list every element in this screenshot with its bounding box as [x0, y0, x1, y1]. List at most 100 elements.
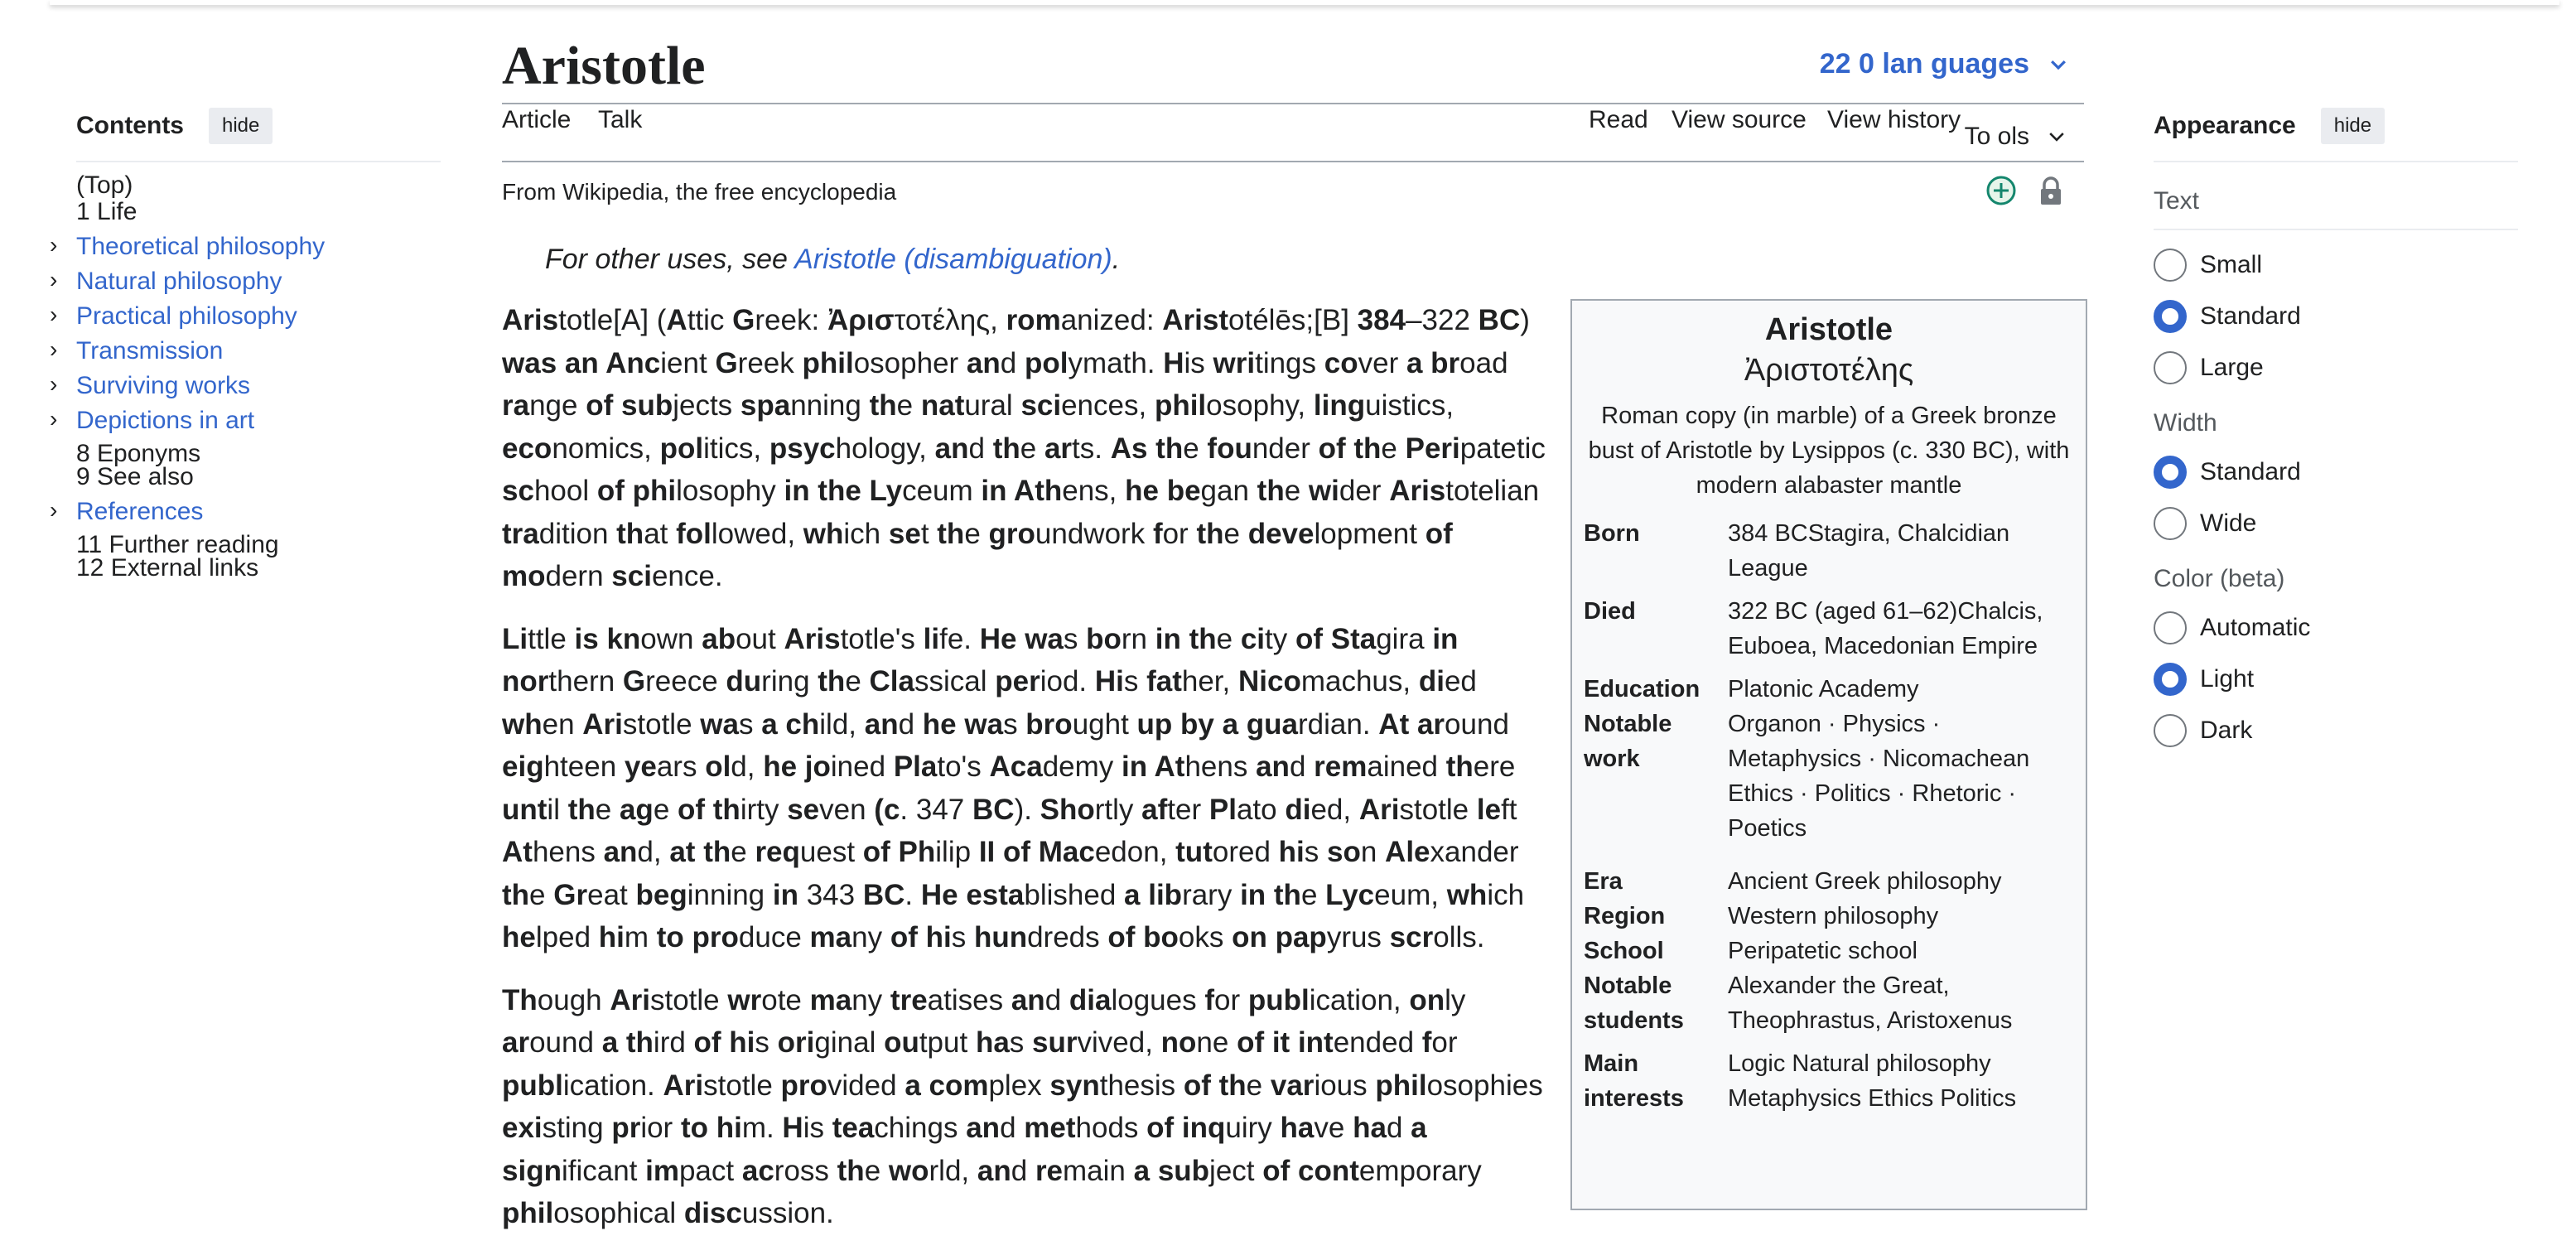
color-label: Color (beta)	[2154, 565, 2285, 592]
radio-color-light[interactable]: Light	[2154, 663, 2518, 696]
tab-article[interactable]: Article	[502, 106, 571, 134]
radio-label: Wide	[2200, 509, 2257, 537]
radio-button-selected[interactable]	[2154, 663, 2187, 696]
radio-label: Light	[2200, 665, 2255, 693]
chevron-right-icon[interactable]: ›	[50, 338, 57, 361]
infobox-value: 384 BCStagira, Chalcidian League	[1728, 520, 2010, 582]
disambiguation-link[interactable]: Aristotle (disambiguation)	[794, 244, 1112, 275]
article-body: Aristotle[A] (Attic Greek: Ἀριστοτέλης, …	[502, 299, 2087, 1235]
infobox-row: Education Platonic Academy	[1584, 664, 2074, 707]
radio-button[interactable]	[2154, 507, 2187, 540]
chevron-right-icon[interactable]: ›	[50, 303, 57, 326]
toc-item-surviving-works[interactable]: › Surviving works	[50, 373, 441, 398]
radio-button[interactable]	[2154, 249, 2187, 282]
chevron-right-icon[interactable]: ›	[50, 499, 57, 522]
radio-button[interactable]	[2154, 714, 2187, 747]
radio-color-dark[interactable]: Dark	[2154, 714, 2518, 747]
tab-view-history[interactable]: View history	[1827, 106, 1961, 134]
top-bar-shadow	[50, 0, 2559, 5]
infobox-row: School Peripatetic school	[1584, 934, 2074, 968]
lock-icon[interactable]	[2034, 174, 2067, 207]
infobox-label: Notable students	[1584, 973, 1684, 1034]
appearance-panel: Appearance hide Text Small Standard Larg…	[2154, 108, 2518, 747]
radio-button-selected[interactable]	[2154, 300, 2187, 333]
infobox-row: Born 384 BCStagira, Chalcidian League	[1584, 516, 2074, 586]
hatnote: For other uses, see Aristotle (disambigu…	[545, 244, 2084, 276]
language-count: 22 0 lan guages	[1819, 48, 2029, 80]
infobox-title: Aristotle	[1764, 312, 1893, 347]
radio-text-large[interactable]: Large	[2154, 351, 2518, 384]
toc-item-further-reading[interactable]: 11 Further reading	[76, 533, 441, 558]
main-content: Aristotle 22 0 lan guages Article Talk R…	[502, 33, 2087, 1255]
toc-item-life[interactable]: 1 Life	[76, 200, 441, 224]
intro-paragraph-1: Aristotle[A] (Attic Greek: Ἀριστοτέλης, …	[502, 304, 1546, 592]
radio-color-automatic[interactable]: Automatic	[2154, 611, 2518, 644]
tagline-text: From Wikipedia, the free encyclopedia	[502, 179, 897, 205]
status-icons	[1985, 174, 2067, 207]
toc-item-eponyms[interactable]: 8 Eponyms	[76, 442, 441, 466]
infobox-native-name: Ἀριστοτέλης	[1744, 353, 1914, 388]
chevron-right-icon[interactable]: ›	[50, 408, 57, 431]
infobox-caption: Roman copy (in marble) of a Greek bronze…	[1588, 403, 2070, 499]
toc-title: Contents	[76, 112, 184, 139]
toc-list: (Top) 1 Life › Theoretical philosophy › Na…	[50, 173, 441, 581]
toc-item-external-links[interactable]: 12 External links	[76, 556, 441, 581]
language-button[interactable]: 22 0 lan guages	[1820, 48, 2069, 80]
tab-talk[interactable]: Talk	[598, 106, 642, 134]
toc-item-natural-philosophy[interactable]: › Natural philosophy	[50, 268, 441, 294]
appearance-hide-button[interactable]: hide	[2320, 108, 2385, 144]
infobox-row: Era Ancient Greek philosophy	[1584, 846, 2074, 899]
tab-view-source[interactable]: View source	[1672, 106, 1807, 134]
infobox-label: School	[1584, 938, 1664, 964]
infobox-label: Notable work	[1584, 711, 1672, 772]
infobox: Aristotle Ἀριστοτέλης Roman copy (in mar…	[1570, 299, 2087, 1210]
radio-label: Large	[2200, 354, 2264, 381]
infobox-value: Organon · Physics · Metaphysics · Nicoma…	[1728, 711, 2030, 842]
toc-item-see-also[interactable]: 9 See also	[76, 465, 441, 490]
width-label: Width	[2154, 409, 2217, 437]
radio-button-selected[interactable]	[2154, 456, 2187, 489]
tools-menu[interactable]: To ols	[1965, 123, 2067, 151]
tab-read[interactable]: Read	[1589, 106, 1648, 134]
chevron-right-icon[interactable]: ›	[50, 373, 57, 396]
intro-paragraph-2: Little is known about Aristotle's life. …	[502, 622, 1525, 954]
toc-header: Contents hide	[76, 108, 441, 162]
toc-item-theoretical-philosophy[interactable]: › Theoretical philosophy	[50, 234, 441, 259]
infobox-value: Western philosophy	[1728, 903, 1939, 929]
radio-label: Automatic	[2200, 614, 2311, 641]
chevron-right-icon[interactable]: ›	[50, 234, 57, 257]
chevron-down-icon	[2049, 133, 2064, 142]
toc-item-top[interactable]: (Top)	[76, 173, 441, 198]
add-circle-icon[interactable]	[1985, 174, 2018, 207]
infobox-label: Died	[1584, 598, 1636, 625]
radio-label: Standard	[2200, 458, 2301, 485]
page-tabs: Article Talk Read View source View histo…	[502, 103, 2084, 162]
radio-width-wide[interactable]: Wide	[2154, 507, 2518, 540]
infobox-label: Born	[1584, 520, 1640, 547]
infobox-value: 322 BC (aged 61–62)Chalcis, Euboea, Mace…	[1728, 598, 2043, 659]
toc-item-references[interactable]: › References	[50, 499, 441, 524]
toc-hide-button[interactable]: hide	[209, 108, 273, 144]
appearance-header: Appearance hide	[2154, 108, 2518, 162]
radio-button[interactable]	[2154, 351, 2187, 384]
radio-text-standard[interactable]: Standard	[2154, 300, 2518, 333]
tools-label: To ols	[1964, 123, 2029, 150]
chevron-right-icon[interactable]: ›	[50, 268, 57, 292]
infobox-row: Died 322 BC (aged 61–62)Chalcis, Euboea, …	[1584, 586, 2074, 664]
infobox-value: Platonic Academy	[1728, 676, 1919, 702]
radio-label: Small	[2200, 251, 2263, 278]
radio-button[interactable]	[2154, 611, 2187, 644]
radio-label: Standard	[2200, 302, 2301, 330]
infobox-value: Alexander the Great, Theophrastus, Arist…	[1728, 973, 2013, 1034]
tagline: From Wikipedia, the free encyclopedia	[502, 176, 2084, 205]
infobox-label: Education	[1584, 676, 1700, 702]
intro-paragraph-3: Though Aristotle wrote many treatises an…	[502, 983, 1543, 1230]
toc-item-practical-philosophy[interactable]: › Practical philosophy	[50, 303, 441, 329]
hatnote-prefix: For other uses, see	[545, 244, 795, 275]
toc-item-transmission[interactable]: › Transmission	[50, 338, 441, 364]
radio-label: Dark	[2200, 717, 2253, 744]
infobox-value: Ancient Greek philosophy	[1728, 868, 2002, 895]
radio-width-standard[interactable]: Standard	[2154, 456, 2518, 489]
toc-item-depictions-in-art[interactable]: › Depictions in art	[50, 408, 441, 433]
radio-text-small[interactable]: Small	[2154, 249, 2518, 282]
